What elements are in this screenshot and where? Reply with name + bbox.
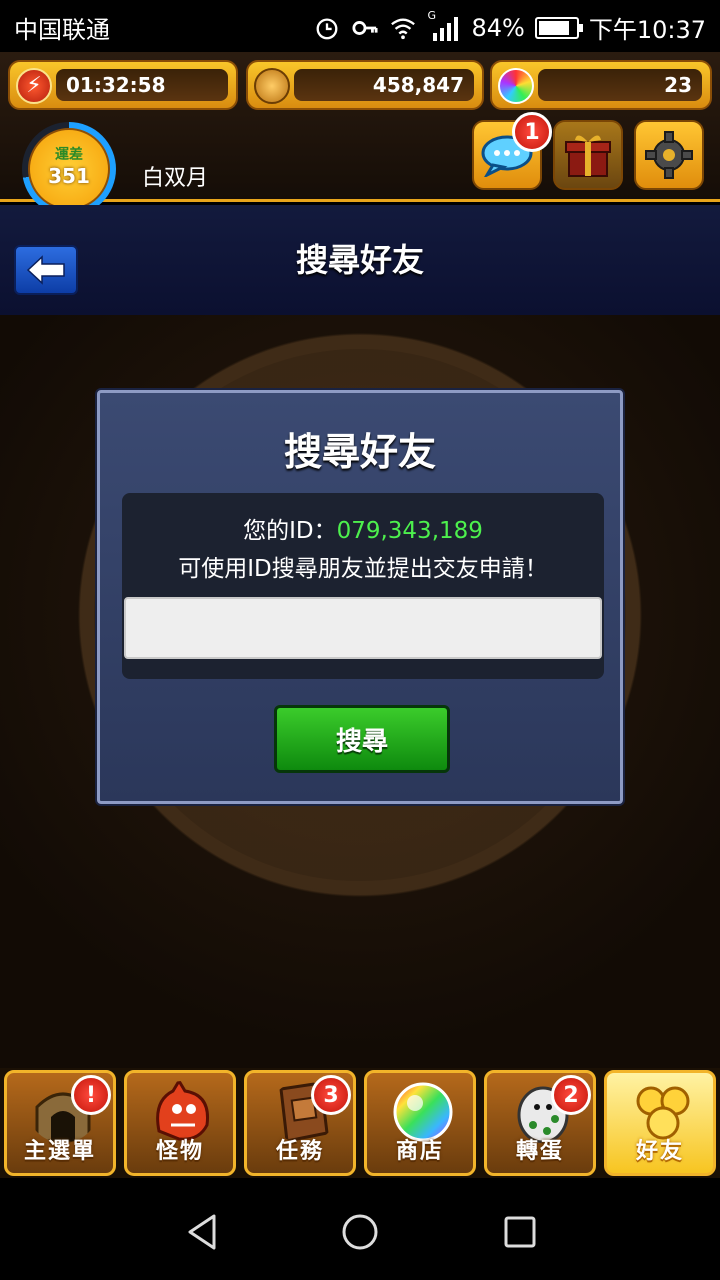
rank-label: 運差 — [55, 147, 83, 163]
search-friend-dialog: 搜尋好友 您的ID：079,343,189 可使用ID搜尋朋友並提出交友申請！ … — [97, 390, 623, 804]
nav-badge: 2 — [551, 1075, 591, 1115]
gear-icon — [645, 131, 693, 179]
nav-badge: ! — [71, 1075, 111, 1115]
user-id-line: 您的ID：079,343,189 — [122, 511, 604, 545]
bottom-nav: ! 主選單 怪物 3 任務 商店 2 轉蛋 好友 — [0, 1068, 720, 1178]
coin-icon — [254, 68, 290, 104]
nav-label: 好友 — [635, 1139, 684, 1164]
page-title: 搜尋好友 — [295, 241, 424, 279]
clock: 下午10:37 — [588, 16, 706, 44]
carrier-name: 中国联通 — [14, 16, 110, 44]
status-icons: G 84% 下午10:37 — [313, 9, 706, 45]
nav-label: 怪物 — [155, 1139, 204, 1164]
alarm-icon — [317, 17, 338, 39]
nav-gacha[interactable]: 2 轉蛋 — [484, 1070, 596, 1176]
player-name: 白双月 — [142, 166, 209, 191]
home-circle-icon[interactable] — [338, 1210, 382, 1254]
recents-square-icon[interactable] — [498, 1210, 542, 1254]
gold-pill[interactable]: 458,847 — [246, 60, 484, 110]
orb-pill[interactable]: 23 — [490, 60, 712, 110]
title-bar: 搜尋好友 — [0, 205, 720, 315]
user-id-value: 079,343,189 — [336, 518, 483, 544]
settings-button[interactable] — [634, 120, 704, 190]
dialog-title: 搜尋好友 — [283, 430, 436, 474]
nav-label: 任務 — [275, 1139, 324, 1164]
stamina-pill[interactable]: ⚡ 01:32:58 — [8, 60, 238, 110]
gold-amount: 458,847 — [372, 73, 464, 97]
search-button[interactable]: 搜尋 — [274, 705, 450, 773]
chat-badge: 1 — [512, 112, 552, 152]
rank-number: 351 — [48, 164, 90, 188]
user-id-label: 您的ID： — [243, 518, 337, 544]
dialog-body: 您的ID：079,343,189 可使用ID搜尋朋友並提出交友申請！ — [122, 493, 604, 679]
nav-shop[interactable]: 商店 — [364, 1070, 476, 1176]
game-header: ⚡ 01:32:58 458,847 23 運差 351 白双月 1 — [0, 52, 720, 216]
rainbow-orb-icon — [498, 68, 534, 104]
lightning-icon: ⚡ — [16, 68, 52, 104]
orb-count: 23 — [664, 73, 692, 97]
nav-label: 主選單 — [23, 1139, 96, 1164]
battery-percent: 84% — [471, 13, 525, 42]
back-triangle-icon[interactable] — [180, 1210, 224, 1254]
nav-label: 轉蛋 — [515, 1139, 564, 1164]
battery-icon — [534, 16, 583, 39]
chat-button[interactable]: 1 — [472, 112, 552, 190]
friend-id-input[interactable] — [124, 597, 602, 659]
nav-badge: 3 — [311, 1075, 351, 1115]
nav-label: 商店 — [395, 1139, 444, 1164]
system-nav-bar — [0, 1180, 720, 1280]
status-bar: 中国联通 G 84% 下午10:37 — [0, 0, 720, 52]
nav-main-menu[interactable]: ! 主選單 — [4, 1070, 116, 1176]
key-icon — [352, 20, 379, 35]
stamina-timer: 01:32:58 — [66, 73, 166, 97]
nav-quests[interactable]: 3 任務 — [244, 1070, 356, 1176]
wifi-icon — [391, 17, 416, 39]
rank-badge[interactable]: 運差 351 — [28, 128, 110, 210]
gift-button[interactable] — [553, 120, 623, 190]
gift-icon — [565, 135, 611, 177]
signal-icon: G — [427, 9, 461, 41]
search-hint: 可使用ID搜尋朋友並提出交友申請！ — [178, 556, 548, 582]
nav-monsters[interactable]: 怪物 — [124, 1070, 236, 1176]
nav-friends[interactable]: 好友 — [604, 1070, 716, 1176]
